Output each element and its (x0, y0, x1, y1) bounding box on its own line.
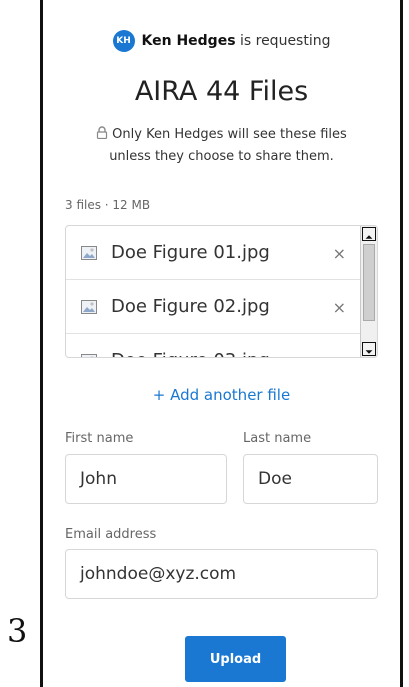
image-file-icon (81, 299, 97, 314)
close-icon[interactable]: × (333, 298, 346, 317)
privacy-line-1-text: Only Ken Hedges will see these files (112, 127, 347, 142)
scroll-up-arrow-icon[interactable] (362, 227, 376, 241)
requester-avatar: KH (112, 30, 135, 52)
requester-text: Ken Hedges is requesting (142, 33, 331, 49)
file-row: Doe Figure 01.jpg × (66, 226, 362, 280)
request-title: AIRA 44 Files (134, 76, 309, 107)
add-another-file-link[interactable]: + Add another file (43, 386, 400, 404)
file-list-scrollbar[interactable] (360, 226, 377, 357)
privacy-notice: Only Ken Hedges will see these files unl… (65, 124, 378, 168)
image-file-icon (81, 353, 97, 357)
file-row: Doe Figure 02.jpg × (66, 280, 362, 334)
email-field[interactable]: johndoe@xyz.com (65, 549, 378, 599)
close-icon[interactable]: × (333, 352, 346, 357)
last-name-field[interactable]: Doe (243, 454, 378, 504)
first-name-label: First name (65, 431, 134, 446)
close-icon[interactable]: × (333, 244, 346, 263)
first-name-field[interactable]: John (65, 454, 227, 504)
file-row: Doe Figure 03.jpg × (66, 334, 362, 357)
upload-request-panel: KH Ken Hedges is requesting AIRA 44 File… (40, 0, 403, 687)
requester-line: KH Ken Hedges is requesting (43, 30, 400, 52)
scroll-down-arrow-icon[interactable] (362, 342, 376, 356)
requester-action: is requesting (239, 33, 331, 49)
file-name: Doe Figure 03.jpg (111, 350, 270, 357)
side-page-number: 3 (7, 612, 28, 650)
requester-name: Ken Hedges (141, 33, 236, 49)
file-name: Doe Figure 01.jpg (111, 242, 270, 263)
last-name-label: Last name (243, 431, 312, 446)
image-file-icon (81, 245, 97, 260)
email-address-label: Email address (65, 527, 157, 542)
file-list[interactable]: Doe Figure 01.jpg × Doe Figure 02.jpg × … (65, 225, 378, 358)
privacy-line-2: unless they choose to share them. (109, 149, 334, 164)
upload-button[interactable]: Upload (185, 636, 286, 682)
privacy-line-1: Only Ken Hedges will see these files (65, 124, 378, 146)
files-summary: 3 files · 12 MB (65, 198, 151, 212)
lock-icon (97, 126, 108, 139)
scrollbar-thumb[interactable] (363, 244, 375, 321)
file-name: Doe Figure 02.jpg (111, 296, 270, 317)
